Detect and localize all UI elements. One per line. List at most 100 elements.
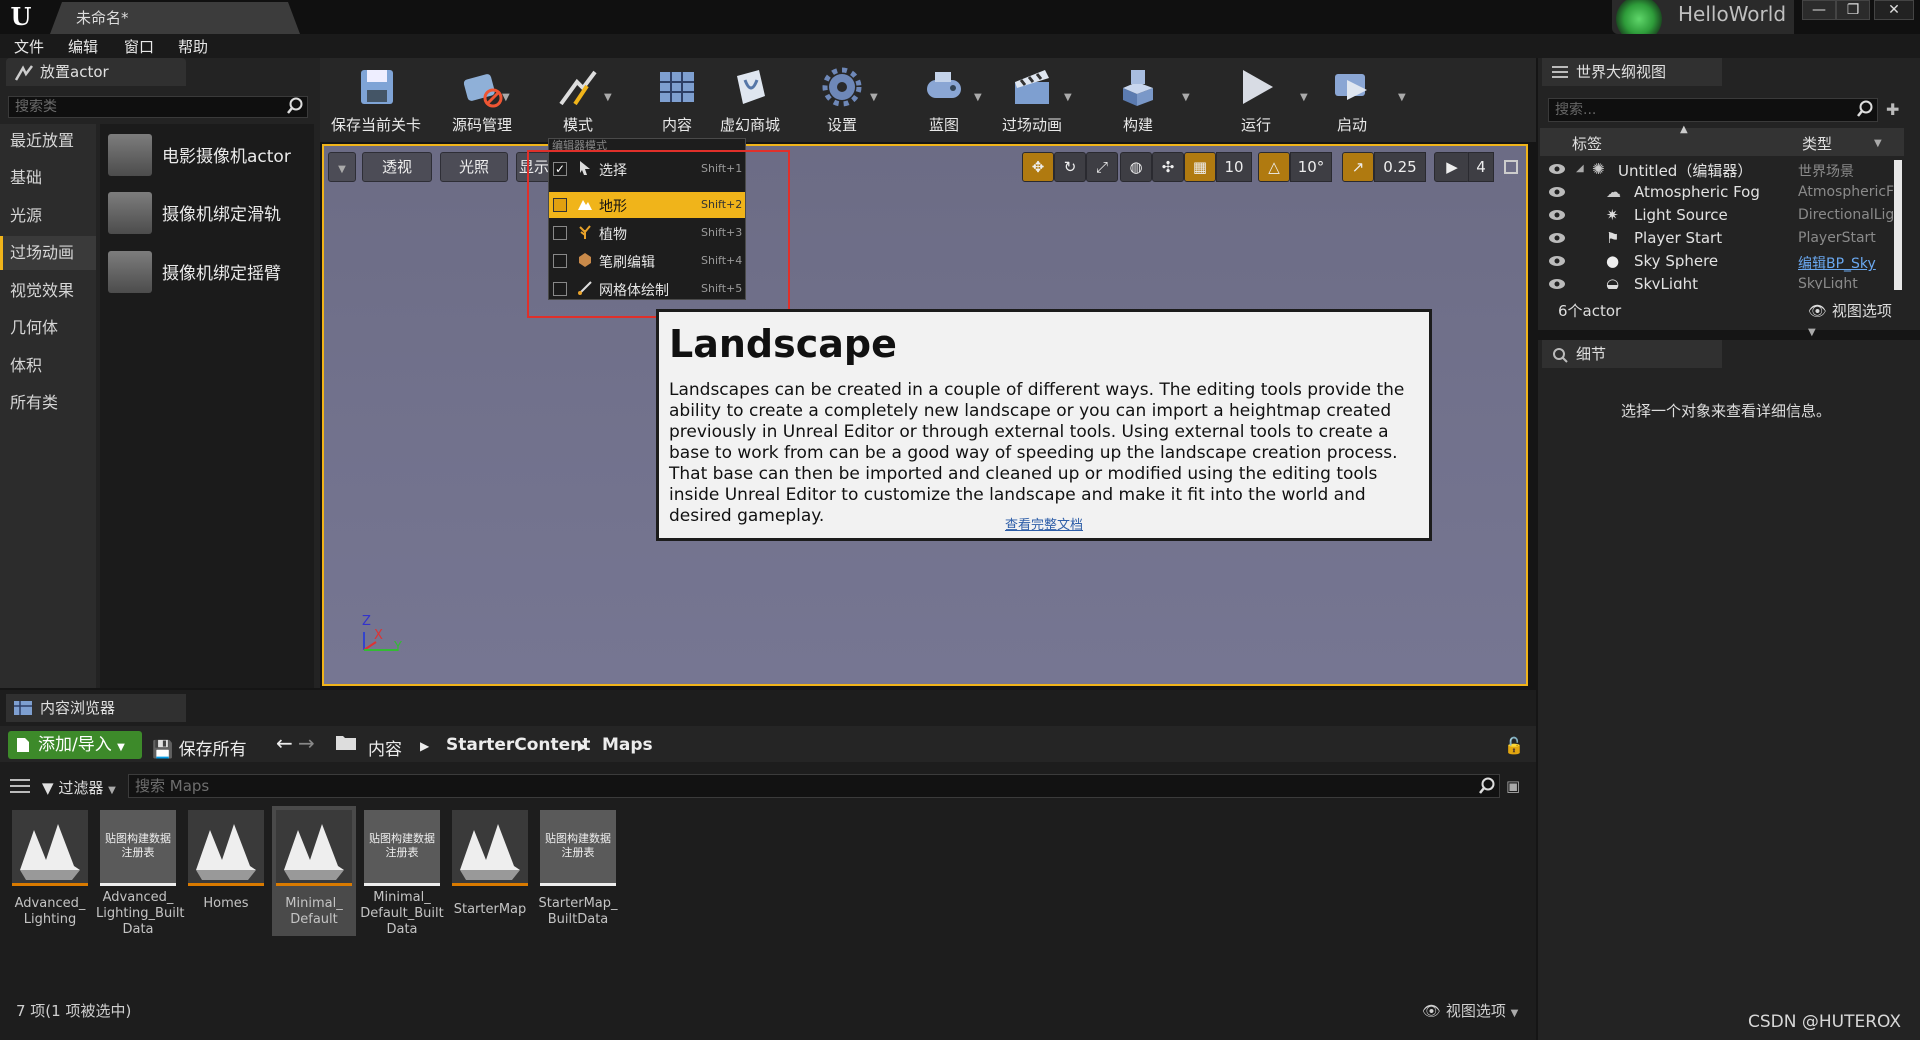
rotation-snap-icon[interactable]: △ [1258, 152, 1290, 182]
close-button[interactable]: ✕ [1874, 0, 1914, 20]
save-level-button[interactable]: 保存当前关卡 [326, 60, 426, 140]
visibility-eye-icon[interactable] [1548, 209, 1566, 221]
unreal-logo-icon[interactable]: U [6, 2, 36, 32]
settings-button[interactable]: 设置 [804, 60, 880, 140]
details-tab[interactable]: 细节 [1542, 340, 1722, 368]
category-recent[interactable]: 最近放置 [0, 124, 96, 158]
filters-button[interactable]: ▼ 过滤器 ▼ [42, 777, 116, 798]
search-icon[interactable] [286, 97, 304, 115]
path-starter-content[interactable]: StarterContent [446, 735, 590, 755]
place-item-cine-camera[interactable]: 电影摄像机actor [104, 128, 314, 182]
content-button[interactable]: 内容 [642, 60, 712, 140]
sources-panel-icon[interactable] [10, 778, 30, 794]
outliner-row[interactable]: ✷ Light Source DirectionalLig [1540, 204, 1904, 227]
save-all-button[interactable]: 💾 保存所有 [152, 735, 247, 760]
outliner-row[interactable]: ● Sky Sphere 编辑BP_Sky [1540, 250, 1904, 273]
column-label-header[interactable]: 标签 [1572, 133, 1602, 154]
place-actors-tab[interactable]: 放置actor [6, 58, 186, 86]
viewport-options-button[interactable]: ▼ [328, 152, 356, 182]
settings-dropdown-icon[interactable]: ▼ [870, 92, 878, 103]
blueprints-dropdown-icon[interactable]: ▼ [974, 92, 982, 103]
content-view-options[interactable]: 👁 视图选项 ▼ [1422, 1000, 1518, 1021]
build-dropdown-icon[interactable]: ▼ [1182, 92, 1190, 103]
play-button[interactable]: 运行 [1218, 60, 1294, 140]
content-browser-tab[interactable]: 内容浏览器 [6, 694, 186, 722]
scale-tool-icon[interactable]: ⤢ [1086, 152, 1118, 182]
category-geometry[interactable]: 几何体 [0, 311, 96, 345]
back-arrow-icon[interactable]: ← [276, 731, 293, 755]
category-volumes[interactable]: 体积 [0, 349, 96, 383]
world-space-icon[interactable]: ◍ [1120, 152, 1152, 182]
forward-arrow-icon[interactable]: → [298, 731, 315, 755]
blueprints-button[interactable]: 蓝图 [906, 60, 982, 140]
path-content[interactable]: 内容 [368, 735, 402, 760]
menu-help[interactable]: 帮助 [178, 36, 208, 57]
perspective-button[interactable]: 透视 [362, 152, 432, 182]
category-basic[interactable]: 基础 [0, 161, 96, 195]
menu-file[interactable]: 文件 [14, 36, 44, 57]
outliner-row[interactable]: ◢ ✺ Untitled（编辑器） 世界场景 [1540, 158, 1904, 181]
column-type-header[interactable]: 类型 [1802, 133, 1832, 154]
camera-speed-value[interactable]: 4 [1468, 152, 1494, 182]
maximize-viewport-icon[interactable] [1504, 160, 1518, 174]
scale-snap-value[interactable]: 0.25 [1374, 152, 1426, 182]
category-all-classes[interactable]: 所有类 [0, 386, 96, 420]
lock-icon[interactable]: 🔓 [1504, 736, 1524, 755]
maximize-button[interactable]: ❐ [1836, 0, 1870, 20]
marketplace-button[interactable]: 虚幻商城 [712, 60, 788, 140]
menu-edit[interactable]: 编辑 [68, 36, 98, 57]
asset-tile[interactable]: 贴图构建数据注册表 StarterMap_ BuiltData [536, 806, 620, 936]
rotate-tool-icon[interactable]: ↻ [1054, 152, 1086, 182]
camera-speed-icon[interactable]: ▶ [1434, 152, 1470, 182]
grid-snap-value[interactable]: 10 [1216, 152, 1252, 182]
asset-tile[interactable]: 贴图构建数据注册表 Advanced_ Lighting_Built Data [96, 806, 185, 937]
visibility-eye-icon[interactable] [1548, 278, 1566, 289]
asset-tile[interactable]: StarterMap [448, 806, 532, 936]
visibility-eye-icon[interactable] [1548, 232, 1566, 244]
category-lights[interactable]: 光源 [0, 199, 96, 233]
outliner-row[interactable]: ◒ SkyLight SkyLight [1540, 273, 1904, 289]
rotation-snap-value[interactable]: 10° [1290, 152, 1332, 182]
outliner-search-input[interactable]: 搜索... [1548, 98, 1878, 122]
modes-dropdown-icon[interactable]: ▼ [604, 92, 612, 103]
menu-window[interactable]: 窗口 [124, 36, 154, 57]
asset-tile-selected[interactable]: Minimal_ Default [272, 806, 356, 936]
visibility-eye-icon[interactable] [1548, 255, 1566, 267]
full-docs-link[interactable]: 查看完整文档 [659, 514, 1429, 533]
tree-expand-icon[interactable]: ◢ [1576, 163, 1584, 174]
play-dropdown-icon[interactable]: ▼ [1300, 92, 1308, 103]
world-outliner-tab[interactable]: 世界大纲视图 [1542, 58, 1722, 86]
class-search-input[interactable]: 搜索类 [8, 96, 308, 118]
outliner-scrollbar[interactable] [1894, 160, 1902, 290]
edit-blueprint-link[interactable]: 编辑BP_Sky [1798, 253, 1902, 273]
search-icon[interactable] [1478, 777, 1496, 795]
asset-tile[interactable]: Homes [184, 806, 268, 936]
build-button[interactable]: 构建 [1100, 60, 1176, 140]
scale-snap-icon[interactable]: ↗ [1342, 152, 1374, 182]
cinematics-button[interactable]: 过场动画 [994, 60, 1070, 140]
launch-button[interactable]: 启动 [1314, 60, 1390, 140]
place-item-camera-crane[interactable]: 摄像机绑定摇臂 [104, 245, 314, 299]
outliner-row[interactable]: ⚑ Player Start PlayerStart [1540, 227, 1904, 250]
category-cinematic[interactable]: 过场动画 [0, 236, 96, 270]
outliner-row[interactable]: ☁ Atmospheric Fog AtmosphericF [1540, 181, 1904, 204]
lighting-button[interactable]: 光照 [440, 152, 508, 182]
save-search-icon[interactable]: ▣ [1506, 777, 1520, 795]
path-maps[interactable]: Maps [602, 735, 653, 755]
source-control-button[interactable]: 源码管理 [432, 60, 532, 140]
asset-tile[interactable]: Advanced_ Lighting [8, 806, 92, 936]
place-item-camera-rail[interactable]: 摄像机绑定滑轨 [104, 186, 314, 240]
surface-snap-icon[interactable]: ✣ [1152, 152, 1184, 182]
grid-snap-icon[interactable]: ▦ [1184, 152, 1216, 182]
visibility-eye-icon[interactable] [1548, 186, 1566, 198]
document-tab[interactable]: 未命名* [50, 2, 300, 34]
search-icon[interactable] [1856, 100, 1874, 118]
category-visual-effects[interactable]: 视觉效果 [0, 274, 96, 308]
asset-search-input[interactable]: 搜索 Maps [128, 774, 1500, 798]
outliner-view-options[interactable]: 👁 视图选项 ▼ [1808, 300, 1904, 339]
source-control-dropdown-icon[interactable]: ▼ [502, 92, 510, 103]
cinematics-dropdown-icon[interactable]: ▼ [1064, 92, 1072, 103]
add-filter-icon[interactable]: ✚ [1886, 100, 1899, 119]
visibility-eye-icon[interactable] [1548, 163, 1566, 175]
minimize-button[interactable]: — [1802, 0, 1836, 20]
